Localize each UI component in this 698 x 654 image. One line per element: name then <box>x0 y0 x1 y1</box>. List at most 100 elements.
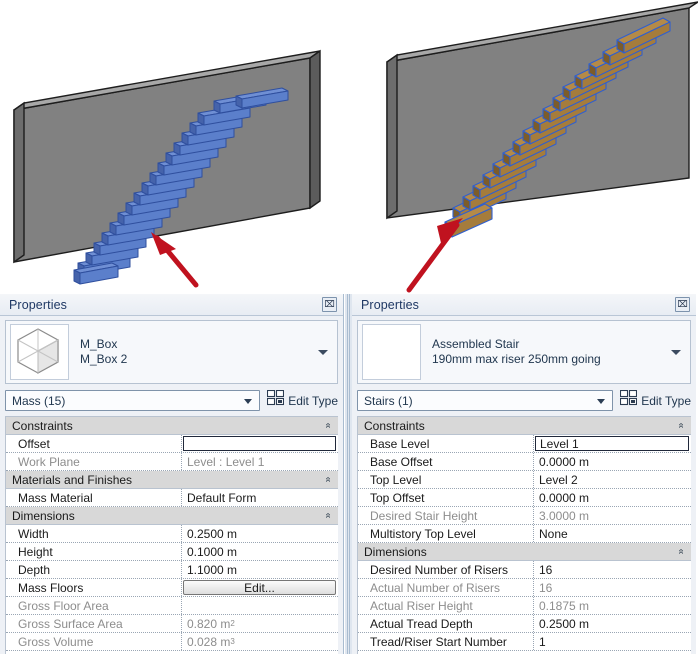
parameter-label: Multistory Top Level <box>358 525 534 542</box>
edit-type-label: Edit Type <box>288 393 338 408</box>
parameter-label: Top Offset <box>358 489 534 506</box>
parameter-group-label: Materials and Finishes <box>12 472 133 487</box>
edit-type-button[interactable]: Edit Type <box>267 389 338 411</box>
parameter-group-header[interactable]: Constraints » <box>6 417 338 435</box>
type-variant-name: M_Box 2 <box>80 352 128 366</box>
type-family-name: Assembled Stair <box>432 337 520 351</box>
parameter-label: Depth <box>6 561 182 578</box>
parameter-row[interactable]: Top Level Level 2 <box>358 471 691 489</box>
parameter-row[interactable]: Gross Floor Area <box>6 597 338 615</box>
parameter-value[interactable]: 0.0000 m <box>534 489 691 506</box>
parameter-label: Work Plane <box>6 453 182 470</box>
parameter-row[interactable]: Work Plane Level : Level 1 <box>6 453 338 471</box>
parameter-value[interactable]: 0.2500 m <box>182 525 338 542</box>
parameter-label: Desired Stair Height <box>358 507 534 524</box>
type-preview-box[interactable]: Assembled Stair 190mm max riser 250mm go… <box>357 320 691 384</box>
type-family-name: M_Box <box>80 337 118 351</box>
parameter-value[interactable]: None <box>534 525 691 542</box>
parameter-row[interactable]: Offset <box>6 435 338 453</box>
parameter-row[interactable]: Base Level Level 1 <box>358 435 691 453</box>
parameter-row[interactable]: Actual Tread Depth 0.2500 m <box>358 615 691 633</box>
element-selector-dropdown[interactable]: Mass (15) <box>5 390 261 411</box>
close-icon[interactable]: ⌧ <box>322 297 337 312</box>
stair-thumbnail-icon <box>362 324 421 380</box>
parameter-group-header[interactable]: Dimensions » <box>358 543 691 561</box>
collapse-chevron-icon[interactable]: » <box>673 417 690 436</box>
parameter-label: Gross Floor Area <box>6 597 182 614</box>
element-selector-value: Mass (15) <box>12 393 66 408</box>
parameter-label: Desired Number of Risers <box>358 561 534 578</box>
edit-type-button[interactable]: Edit Type <box>620 389 691 411</box>
parameter-edit-button[interactable]: Edit... <box>183 580 336 595</box>
element-selector-dropdown[interactable]: Stairs (1) <box>357 390 614 411</box>
parameter-value[interactable]: 16 <box>534 561 691 578</box>
parameter-value[interactable]: 1.1000 m <box>182 561 338 578</box>
parameter-label: Height <box>6 543 182 560</box>
parameter-value-input[interactable]: Level 1 <box>535 436 689 451</box>
parameter-row[interactable]: Width 0.2500 m <box>6 525 338 543</box>
type-labels: Assembled Stair 190mm max riser 250mm go… <box>432 337 601 367</box>
model-viewport <box>0 0 698 294</box>
properties-palette-stairs: Properties ⌧ Assembled Stair 190mm max r… <box>352 294 696 654</box>
chevron-down-icon <box>597 398 606 404</box>
chevron-down-icon[interactable] <box>318 350 328 355</box>
parameter-row[interactable]: Top Offset 0.0000 m <box>358 489 691 507</box>
annotation-arrow <box>406 218 463 293</box>
element-selector-value: Stairs (1) <box>364 393 413 408</box>
parameter-value[interactable]: Level 2 <box>534 471 691 488</box>
collapse-chevron-icon[interactable]: » <box>320 470 337 490</box>
parameter-table: Constraints » Offset Work Plane Level : Leve… <box>5 416 338 654</box>
parameter-group-header[interactable]: Constraints » <box>358 417 691 435</box>
parameter-row[interactable]: Mass Floors Edit... <box>6 579 338 597</box>
palette-title: Properties <box>9 298 67 312</box>
parameter-value[interactable]: 1 <box>534 633 691 650</box>
parameter-value[interactable]: Default Form <box>182 489 338 506</box>
annotation-arrow <box>151 232 199 288</box>
parameter-value: 16 <box>539 580 553 595</box>
parameter-group-header[interactable]: Materials and Finishes » <box>6 471 338 489</box>
parameter-value: 3.0000 m <box>539 508 590 523</box>
parameter-row[interactable]: Desired Number of Risers 16 <box>358 561 691 579</box>
parameter-label: Top Level <box>358 471 534 488</box>
parameter-value[interactable]: 0.1000 m <box>182 543 338 560</box>
parameter-group-header[interactable]: Dimensions » <box>6 507 338 525</box>
selector-row: Mass (15) Edit Type <box>5 388 338 413</box>
collapse-chevron-icon[interactable]: » <box>320 417 337 436</box>
collapse-chevron-icon[interactable]: » <box>320 506 337 526</box>
type-preview-box[interactable]: M_Box M_Box 2 <box>5 320 338 384</box>
parameter-label: Gross Volume <box>6 633 182 650</box>
palette-title: Properties <box>361 298 419 312</box>
parameter-row[interactable]: Depth 1.1000 m <box>6 561 338 579</box>
chevron-down-icon[interactable] <box>671 350 681 355</box>
type-variant-name: 190mm max riser 250mm going <box>432 352 601 366</box>
title-rule <box>352 315 696 316</box>
parameter-row[interactable]: Actual Number of Risers 16 <box>358 579 691 597</box>
palette-divider <box>345 294 352 654</box>
collapse-chevron-icon[interactable]: » <box>673 542 690 562</box>
parameter-row[interactable]: Base Offset 0.0000 m <box>358 453 691 471</box>
parameter-value[interactable]: 0.2500 m <box>534 615 691 632</box>
parameter-label: Mass Floors <box>6 579 182 596</box>
parameter-label: Actual Tread Depth <box>358 615 534 632</box>
edit-type-label: Edit Type <box>641 393 691 408</box>
type-labels: M_Box M_Box 2 <box>80 337 127 367</box>
parameter-value-input[interactable] <box>183 436 336 451</box>
edit-type-icon <box>267 389 285 411</box>
mass-thumbnail-icon <box>10 324 69 380</box>
close-icon[interactable]: ⌧ <box>675 297 690 312</box>
parameter-row[interactable]: Actual Riser Height 0.1875 m <box>358 597 691 615</box>
parameter-value: Level : Level 1 <box>187 454 265 469</box>
parameter-row[interactable]: Tread/Riser Start Number 1 <box>358 633 691 651</box>
parameter-row[interactable]: Desired Stair Height 3.0000 m <box>358 507 691 525</box>
parameter-row[interactable]: Gross Volume 0.028 m3 <box>6 633 338 651</box>
parameter-value <box>182 597 338 614</box>
parameter-label: Actual Number of Risers <box>358 579 534 596</box>
parameter-group-label: Constraints <box>12 418 73 433</box>
parameter-row[interactable]: Multistory Top Level None <box>358 525 691 543</box>
parameter-row[interactable]: Height 0.1000 m <box>6 543 338 561</box>
palette-body: Assembled Stair 190mm max riser 250mm go… <box>352 316 696 654</box>
parameter-value: 0.820 m2 <box>187 616 235 631</box>
parameter-row[interactable]: Mass Material Default Form <box>6 489 338 507</box>
parameter-row[interactable]: Gross Surface Area 0.820 m2 <box>6 615 338 633</box>
parameter-value[interactable]: 0.0000 m <box>534 453 691 470</box>
